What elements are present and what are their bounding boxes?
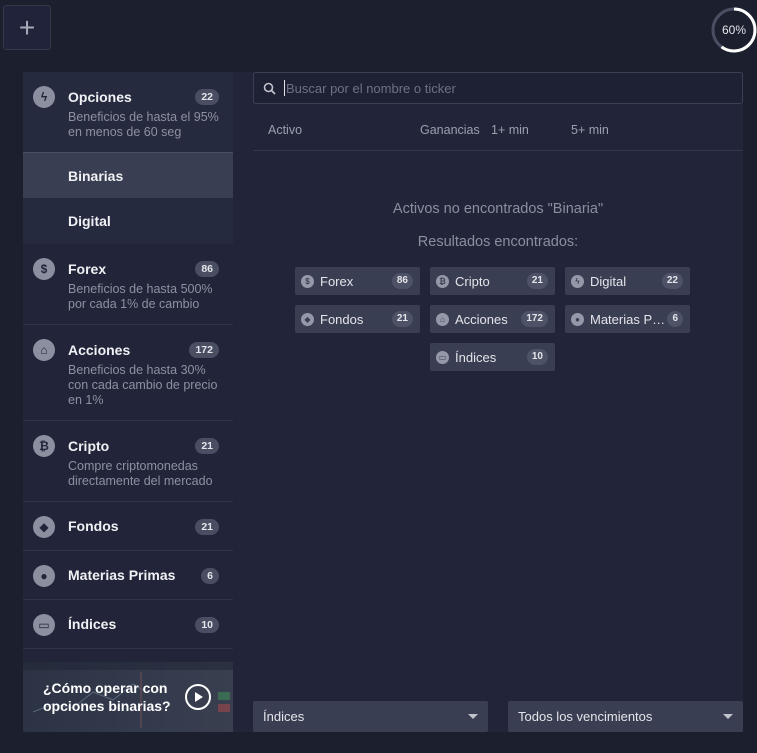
bolt-icon: ϟ	[571, 274, 584, 288]
cube-icon: ◆	[301, 312, 314, 326]
promo-text: ¿Cómo operar con opciones binarias?	[43, 680, 171, 714]
result-label: Materias Primas	[590, 311, 667, 327]
category-dollar[interactable]: $ Forex Beneficios de hasta 500% por cada …	[23, 244, 233, 325]
count-badge: 172	[521, 311, 548, 327]
expiry-select[interactable]: Todos los vencimientos	[508, 701, 743, 732]
category-index[interactable]: ▭ Índices 10	[23, 600, 233, 649]
index-icon: ▭	[436, 350, 449, 364]
play-icon[interactable]	[185, 684, 211, 710]
bank-icon: ⌂	[436, 312, 449, 326]
tutorial-video-promo[interactable]: ¿Cómo operar con opciones binarias?	[23, 662, 233, 732]
result-chip[interactable]: ⌂ Acciones 172	[430, 305, 555, 333]
bank-icon: ⌂	[33, 339, 55, 361]
count-badge: 22	[661, 273, 683, 289]
count-badge: 21	[195, 438, 219, 454]
asset-search[interactable]	[253, 72, 743, 104]
column-5min[interactable]: 5+ min	[571, 123, 609, 137]
bolt-icon: ϟ	[33, 86, 55, 108]
results-found-label: Resultados encontrados:	[417, 234, 579, 250]
category-title: Materias Primas	[68, 567, 176, 583]
bitcoin-icon: ₿	[436, 274, 449, 288]
result-label: Fondos	[320, 311, 364, 327]
count-badge: 172	[189, 342, 219, 358]
count-badge: 10	[195, 617, 219, 633]
result-chip[interactable]: ₿ Cripto 21	[430, 267, 555, 295]
progress-ring: 60%	[710, 6, 757, 54]
category-desc: Beneficios de hasta 30% con cada cambio …	[68, 363, 218, 407]
count-badge: 86	[195, 261, 219, 277]
category-bitcoin[interactable]: ₿ Cripto Compre criptomonedas directamente…	[23, 421, 233, 502]
column-asset[interactable]: Activo	[268, 123, 302, 137]
category-select-value: Índices	[263, 709, 305, 724]
progress-label: 60%	[721, 23, 747, 37]
subcategory-label: Digital	[68, 213, 111, 229]
count-badge: 86	[391, 273, 413, 289]
column-1min[interactable]: 1+ min	[491, 123, 529, 137]
category-options[interactable]: ϟ Opciones Beneficios de hasta el 95% en…	[23, 72, 233, 244]
result-chip[interactable]: ▭ Índices 10	[430, 343, 555, 371]
count-badge: 6	[201, 568, 219, 584]
count-badge: 6	[667, 311, 683, 327]
count-badge: 21	[391, 311, 413, 327]
dollar-icon: $	[33, 258, 55, 280]
result-chip[interactable]: ϟ Digital 22	[565, 267, 690, 295]
category-desc: Compre criptomonedas directamente del me…	[68, 459, 213, 488]
chevron-down-icon	[468, 714, 478, 719]
category-select[interactable]: Índices	[253, 701, 488, 732]
search-input[interactable]	[284, 80, 724, 96]
result-label: Forex	[320, 273, 354, 289]
drop-icon: ●	[571, 312, 584, 326]
result-label: Índices	[455, 349, 497, 365]
no-results-message: Activos no encontrados "Binaria"	[392, 201, 604, 217]
table-header: Activo Ganancias 1+ min 5+ min	[253, 120, 743, 151]
dollar-icon: $	[301, 274, 314, 288]
result-chip[interactable]: ◆ Fondos 21	[295, 305, 420, 333]
count-badge: 21	[195, 519, 219, 535]
result-label: Digital	[590, 273, 627, 289]
category-sidebar: ϟ Opciones Beneficios de hasta el 95% en…	[23, 72, 233, 660]
count-badge: 10	[526, 349, 548, 365]
category-desc: Beneficios de hasta el 95% en menos de 6…	[68, 110, 219, 139]
search-icon	[254, 82, 284, 95]
bitcoin-icon: ₿	[33, 435, 55, 457]
result-chip[interactable]: $ Forex 86	[295, 267, 420, 295]
count-badge: 22	[195, 89, 219, 105]
subcategory-binarias[interactable]: Binarias	[23, 152, 233, 198]
chevron-down-icon	[723, 714, 733, 719]
drop-icon: ●	[33, 565, 55, 587]
result-label: Cripto	[455, 273, 490, 289]
category-drop[interactable]: ● Materias Primas 6	[23, 551, 233, 600]
subcategory-digital[interactable]: Digital 22	[23, 89, 233, 244]
expiry-select-value: Todos los vencimientos	[518, 709, 653, 724]
subcategory-label: Binarias	[68, 167, 124, 184]
result-chip[interactable]: ● Materias Primas6	[565, 305, 690, 333]
category-bank[interactable]: ⌂ Acciones Beneficios de hasta 30% con cad…	[23, 325, 233, 421]
add-asset-button[interactable]: +	[3, 5, 51, 50]
cube-icon: ◆	[33, 516, 55, 538]
count-badge: 21	[526, 273, 548, 289]
result-label: Acciones	[455, 311, 508, 327]
category-cube[interactable]: ◆ Fondos 21	[23, 502, 233, 551]
category-desc: Beneficios de hasta 500% por cada 1% de …	[68, 282, 213, 311]
column-gains[interactable]: Ganancias	[420, 123, 480, 137]
index-icon: ▭	[33, 614, 55, 636]
